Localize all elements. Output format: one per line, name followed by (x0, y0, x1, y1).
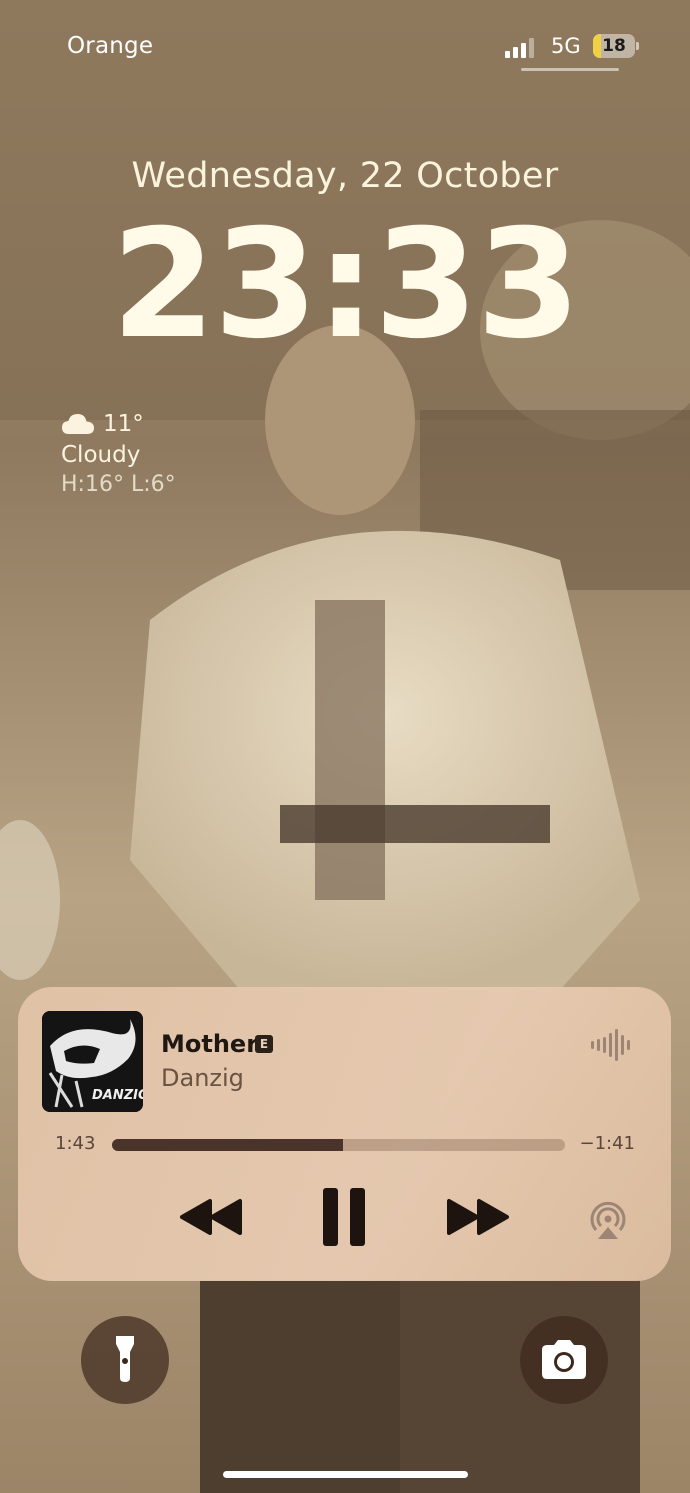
battery-level: 18 (602, 36, 626, 56)
lock-screen-date: Wednesday, 22 October (131, 156, 559, 196)
weather-widget[interactable]: 11° Cloudy H:16° L:6° (61, 408, 176, 497)
status-bar: Orange 5G 18 (0, 0, 690, 90)
danzig-skull-artwork: DANZIG (42, 1011, 143, 1112)
artist-name: Danzig (161, 1064, 244, 1092)
fast-forward-icon (447, 1199, 509, 1235)
flashlight-icon (116, 1336, 134, 1382)
flashlight-button[interactable] (81, 1316, 169, 1404)
network-type-label: 5G (551, 34, 581, 58)
now-playing-widget[interactable]: DANZIG Mother E Danzig 1:43 −1:41 (18, 987, 671, 1281)
weather-temperature: 11° (103, 411, 144, 437)
elapsed-time: 1:43 (55, 1133, 96, 1154)
weather-high-low: H:16° L:6° (61, 472, 176, 497)
rewind-button[interactable] (178, 1197, 244, 1237)
waveform-icon[interactable] (591, 1027, 631, 1063)
rewind-icon (180, 1199, 242, 1235)
pause-icon (323, 1188, 365, 1246)
fast-forward-button[interactable] (445, 1197, 511, 1237)
lock-screen-time: 23:33 (111, 198, 580, 372)
explicit-badge: E (255, 1035, 273, 1053)
cloud-icon (62, 414, 94, 434)
airplay-button[interactable] (586, 1197, 630, 1241)
airplay-icon (590, 1201, 626, 1239)
remaining-time: −1:41 (579, 1133, 635, 1154)
camera-icon (542, 1340, 586, 1379)
carrier-label: Orange (67, 33, 154, 59)
cellular-signal-icon (505, 38, 534, 58)
playback-progress-fill (112, 1139, 344, 1151)
pause-button[interactable] (321, 1187, 369, 1247)
song-title: Mother (161, 1030, 259, 1058)
album-artwork[interactable]: DANZIG (42, 1011, 143, 1112)
battery-icon: 18 (593, 34, 641, 58)
camera-button[interactable] (520, 1316, 608, 1404)
weather-condition: Cloudy (61, 442, 141, 468)
home-indicator[interactable] (223, 1471, 468, 1478)
artwork-band-logo: DANZIG (92, 1088, 143, 1103)
playback-scrubber[interactable] (112, 1139, 565, 1151)
control-center-grabber[interactable] (521, 68, 619, 71)
